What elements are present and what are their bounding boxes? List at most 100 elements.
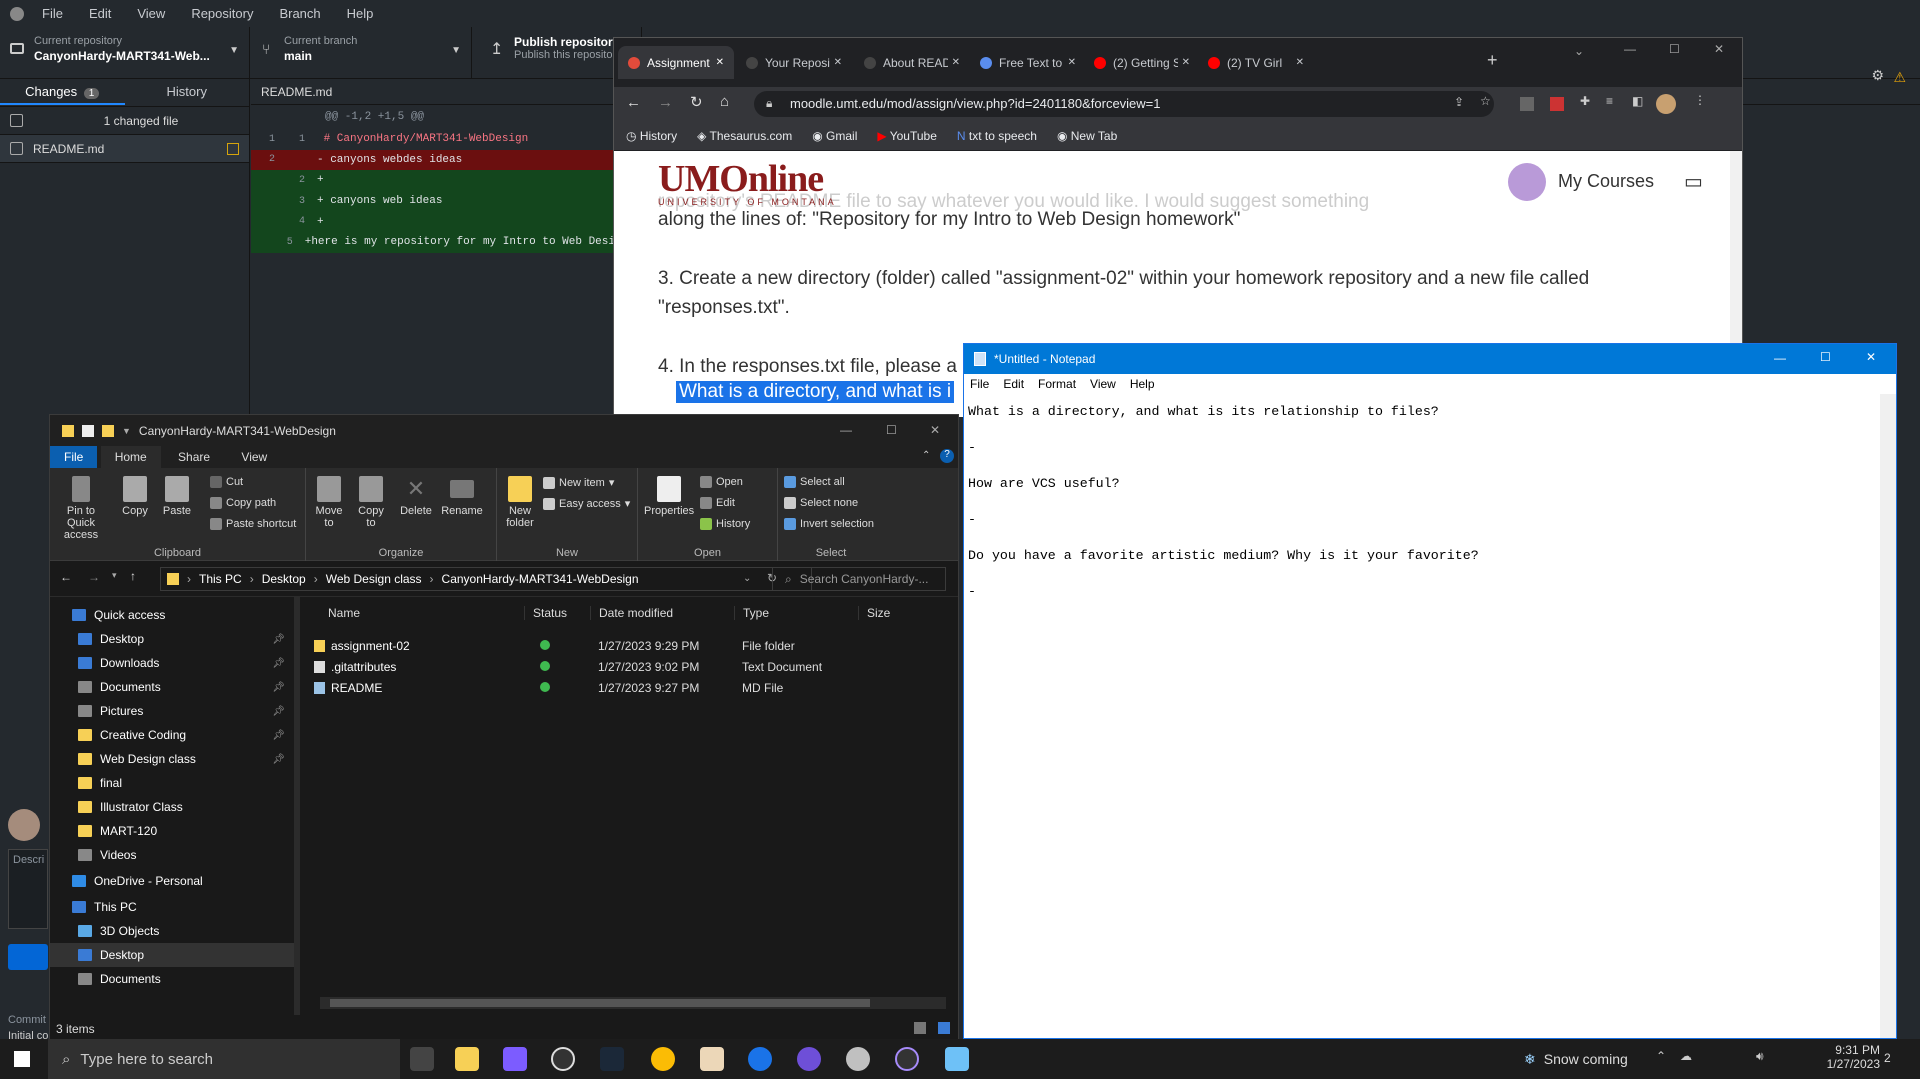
menu-edit[interactable]: Edit [89, 6, 111, 21]
nav-item[interactable]: This PC [50, 895, 299, 919]
back-icon[interactable]: ← [60, 570, 72, 584]
close-tab-icon[interactable]: ✕ [716, 57, 724, 68]
file-row[interactable]: .gitattributes 1/27/2023 9:02 PM Text Docu… [310, 656, 958, 677]
close-tab-icon[interactable]: ✕ [1182, 57, 1190, 68]
menu-branch[interactable]: Branch [279, 6, 320, 21]
edit-button[interactable]: Edit [700, 497, 735, 509]
menu-help[interactable]: Help [347, 6, 374, 21]
close-button[interactable]: ✕ [1714, 42, 1724, 56]
ribbon-tab-home[interactable]: Home [100, 446, 161, 468]
nav-item[interactable]: Quick access [50, 603, 299, 627]
obs-icon[interactable] [551, 1047, 575, 1071]
nav-item[interactable]: Web Design class 📌︎ [50, 747, 299, 771]
pin-icon[interactable]: 📌︎ [272, 730, 285, 741]
column-status[interactable]: Status [524, 606, 590, 620]
app-icon[interactable] [797, 1047, 821, 1071]
select-none-button[interactable]: Select none [784, 497, 858, 509]
clock[interactable]: 9:31 PM 1/27/2023 [1824, 1043, 1880, 1071]
nav-item[interactable]: MART-120 [50, 819, 299, 843]
nav-item[interactable]: Pictures 📌︎ [50, 699, 299, 723]
url-field[interactable]: moodle.umt.edu/mod/assign/view.php?id=24… [754, 91, 1494, 117]
lock-icon[interactable]: 🔒︎ [766, 96, 772, 111]
collapse-ribbon-icon[interactable]: ⌃ [922, 450, 930, 461]
profile-avatar[interactable] [1656, 94, 1676, 114]
cut-button[interactable]: Cut [210, 476, 243, 488]
bookmark-gmail[interactable]: ◉ Gmail [812, 129, 857, 143]
ribbon-tab-share[interactable]: Share [164, 446, 224, 468]
file-row[interactable]: README 1/27/2023 9:27 PM MD File [310, 677, 958, 698]
select-all-checkbox[interactable] [10, 114, 23, 127]
nav-item[interactable]: Documents [50, 967, 299, 991]
bookmark-new-tab[interactable]: ◉ New Tab [1057, 129, 1117, 143]
description-field[interactable]: Descri [8, 849, 48, 929]
nav-item[interactable]: Documents 📌︎ [50, 675, 299, 699]
select-all-button[interactable]: Select all [784, 476, 845, 488]
reload-icon[interactable]: ↻ [690, 93, 703, 111]
maximize-button[interactable]: ☐ [1820, 350, 1831, 364]
my-courses-link[interactable]: My Courses [1558, 171, 1654, 192]
details-view-icon[interactable] [914, 1022, 926, 1034]
current-branch-button[interactable]: ⑂ Current branch main ▼ [250, 27, 472, 79]
home-icon[interactable]: ⌂ [720, 93, 729, 110]
back-icon[interactable]: ← [626, 94, 641, 111]
warning-icon[interactable]: ⚠ [1893, 69, 1906, 86]
chrome-tab[interactable]: Free Text to Sp ✕ [970, 46, 1086, 79]
maximize-button[interactable]: ☐ [1669, 42, 1680, 56]
app-icon[interactable] [748, 1047, 772, 1071]
extension-icon[interactable] [1550, 97, 1564, 111]
minimize-button[interactable]: — [1624, 42, 1636, 56]
close-tab-icon[interactable]: ✕ [1296, 57, 1304, 68]
star-icon[interactable]: ☆ [1480, 94, 1491, 108]
windows-start-icon[interactable] [14, 1051, 30, 1067]
bookmark-history[interactable]: ◷ History [626, 129, 677, 143]
media-icon[interactable]: ≡ [1606, 94, 1613, 108]
nav-item[interactable]: final [50, 771, 299, 795]
menu-edit[interactable]: Edit [1003, 377, 1024, 391]
horizontal-scrollbar[interactable] [320, 997, 946, 1009]
column-name[interactable]: Name [310, 606, 524, 620]
task-view-icon[interactable] [410, 1047, 434, 1071]
app-icon[interactable] [700, 1047, 724, 1071]
chevron-up-icon[interactable]: ⌃ [1656, 1049, 1666, 1063]
bookmark-txt-to-speech[interactable]: N txt to speech [957, 129, 1037, 143]
move-to-button[interactable]: Move to [312, 476, 346, 529]
address-bar[interactable]: › This PC › Desktop › Web Design class ›… [160, 567, 812, 591]
chrome-icon[interactable] [651, 1047, 675, 1071]
ribbon-tab-view[interactable]: View [227, 446, 281, 468]
pin-icon[interactable]: 📌︎ [272, 658, 285, 669]
nav-item[interactable]: Creative Coding 📌︎ [50, 723, 299, 747]
menu-view[interactable]: View [137, 6, 165, 21]
rename-button[interactable]: Rename [440, 476, 484, 517]
copy-path-button[interactable]: Copy path [210, 497, 276, 509]
cloud-icon[interactable]: ☁ [1680, 1049, 1692, 1063]
nav-item[interactable]: OneDrive - Personal [50, 869, 299, 893]
close-button[interactable]: ✕ [1866, 350, 1876, 364]
share-icon[interactable]: ⇪ [1454, 95, 1464, 109]
scrollbar-thumb[interactable] [330, 999, 870, 1007]
umonline-logo[interactable]: UMOnline [658, 157, 824, 201]
kebab-menu-icon[interactable]: ⋮ [1694, 93, 1706, 107]
open-button[interactable]: Open [700, 476, 743, 488]
steam-icon[interactable] [600, 1047, 624, 1071]
extension-icon[interactable] [1520, 97, 1534, 111]
chevron-down-icon[interactable]: ▼ [122, 426, 131, 436]
user-avatar[interactable] [1508, 163, 1546, 201]
tab-search-icon[interactable]: ⌄ [1574, 44, 1584, 58]
close-tab-icon[interactable]: ✕ [952, 57, 960, 68]
app-icon[interactable] [846, 1047, 870, 1071]
chrome-tab[interactable]: (2) Getting Sta ✕ [1084, 46, 1200, 79]
forward-icon[interactable]: → [88, 570, 100, 584]
close-button[interactable]: ✕ [930, 423, 940, 437]
search-field[interactable]: ⌕ Search CanyonHardy-... [772, 567, 946, 591]
file-explorer-icon[interactable] [455, 1047, 479, 1071]
minimize-button[interactable]: — [1774, 351, 1786, 365]
nav-item[interactable]: Videos [50, 843, 299, 867]
sidepanel-icon[interactable]: ◧ [1632, 94, 1643, 108]
properties-icon[interactable] [82, 424, 94, 437]
minimize-button[interactable]: — [840, 423, 852, 437]
weather-widget[interactable]: ❄ Snow coming [1524, 1039, 1628, 1079]
close-tab-icon[interactable]: ✕ [1068, 57, 1076, 68]
discord-icon[interactable] [503, 1047, 527, 1071]
notepad-icon[interactable] [945, 1047, 969, 1071]
tab-history[interactable]: History [125, 79, 250, 105]
